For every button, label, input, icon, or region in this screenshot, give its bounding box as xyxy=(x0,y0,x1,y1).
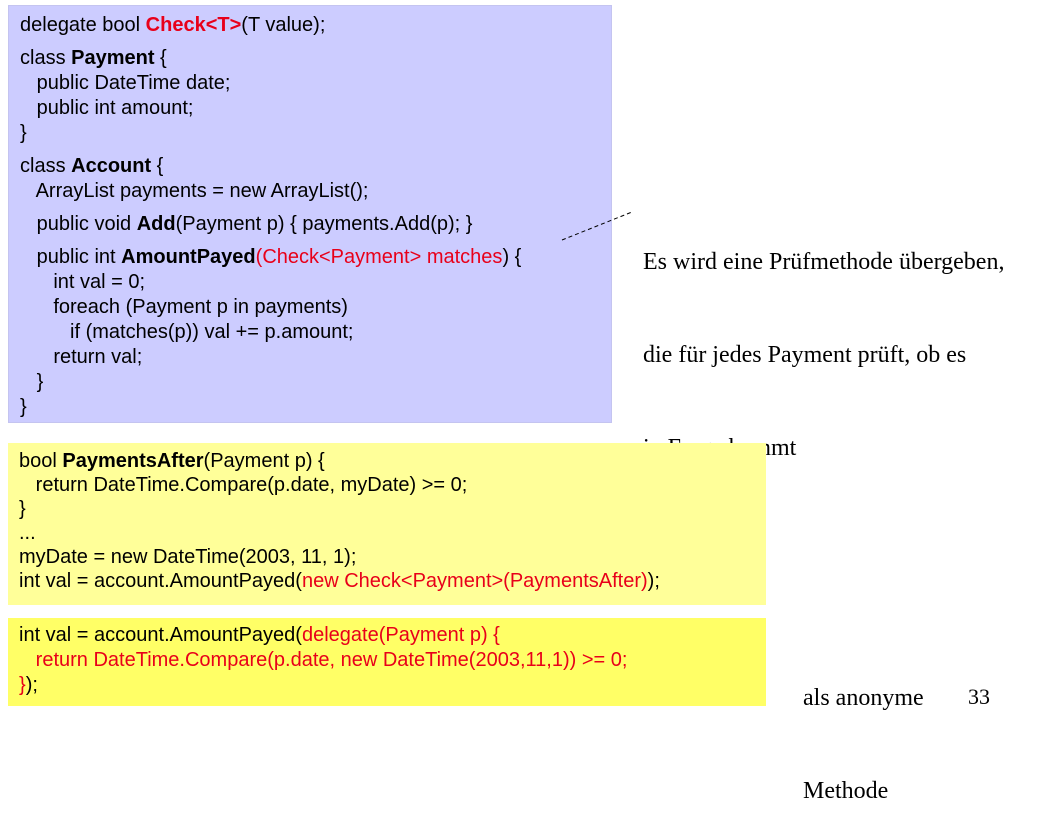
code-line-ellipsis: ... xyxy=(19,522,36,544)
code-line-close: } xyxy=(19,498,26,520)
code-line-paymentsafter: bool PaymentsAfter(Payment p) { xyxy=(19,450,325,472)
method-name-paymentsafter: PaymentsAfter xyxy=(62,450,204,472)
page-number: 33 xyxy=(968,684,990,709)
code-block-anonymous-method: int val = account.AmountPayed(delegate(P… xyxy=(8,618,766,706)
delegate-instantiation: new Check<Payment>(PaymentsAfter) xyxy=(301,570,648,592)
code-block-named-method: bool PaymentsAfter(Payment p) { return D… xyxy=(8,443,766,605)
code-line-mydate: myDate = new DateTime(2003, 11, 1); xyxy=(19,546,357,568)
code-line-return-compare: return DateTime.Compare(p.date, myDate) … xyxy=(19,474,468,496)
annotation-anonymous-method: als anonyme Methode xyxy=(803,685,924,804)
code-line-anonymous-return: return DateTime.Compare(p.date, new Date… xyxy=(19,649,628,671)
code-line-call-named: int val = account.AmountPayed(new Check<… xyxy=(19,570,660,592)
anonymous-delegate-start: delegate(Payment p) { xyxy=(301,624,500,646)
code-line-call-anonymous: int val = account.AmountPayed(delegate(P… xyxy=(19,624,500,646)
code-line-anonymous-close: }); xyxy=(19,674,38,696)
